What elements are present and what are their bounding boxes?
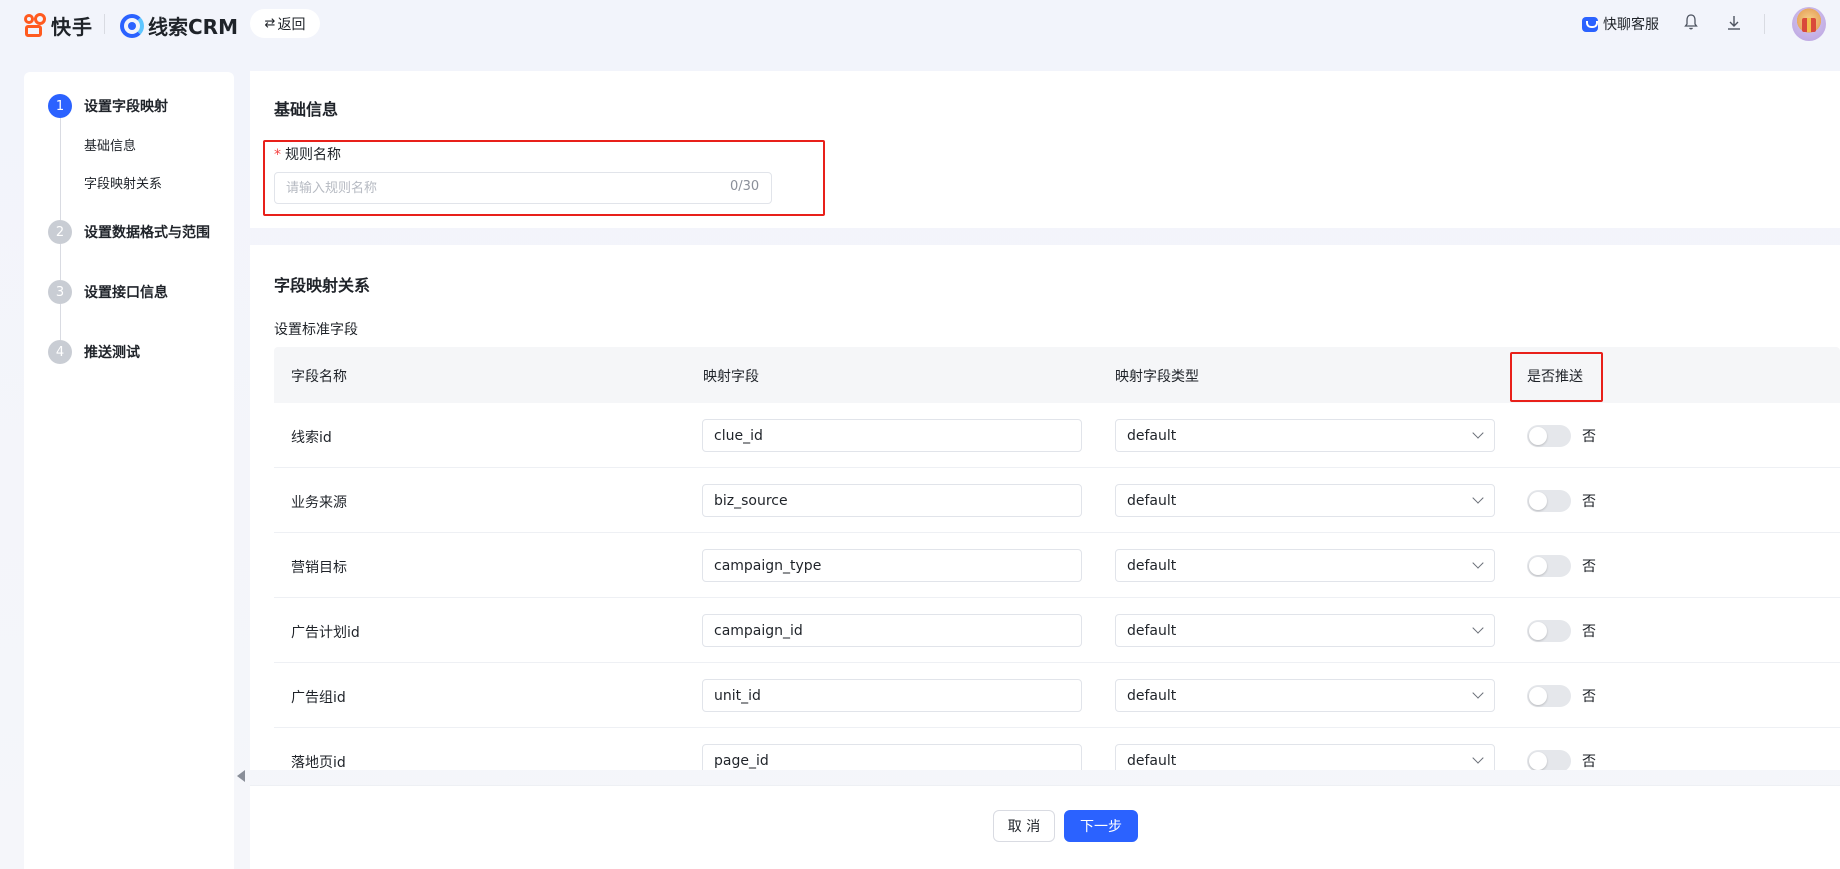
header-divider: [104, 14, 105, 34]
mapped-field-input[interactable]: [702, 679, 1082, 712]
step-3[interactable]: 3 设置接口信息: [48, 280, 168, 304]
mapped-field-input[interactable]: [702, 419, 1082, 452]
field-type-select[interactable]: default: [1115, 679, 1495, 712]
user-avatar[interactable]: [1792, 7, 1826, 41]
step-4-label: 推送测试: [84, 345, 140, 361]
field-name: 营销目标: [291, 560, 347, 576]
column-mapped-field: 映射字段: [703, 369, 759, 385]
header-divider-right: [1764, 14, 1765, 34]
step-3-number: 3: [48, 280, 72, 304]
swap-arrows-icon: ⇄: [264, 16, 276, 31]
chat-service-icon: [1582, 16, 1598, 32]
step-connector: [60, 304, 61, 340]
step-2-label: 设置数据格式与范围: [84, 225, 210, 241]
top-header: 快手 线索CRM ⇄ 返回 快聊客服: [0, 0, 1840, 48]
push-toggle[interactable]: [1527, 555, 1571, 577]
basic-info-card: 基础信息 *规则名称 0/30: [250, 71, 1840, 228]
mapped-field-input[interactable]: [702, 549, 1082, 582]
substep-field-mapping[interactable]: 字段映射关系: [84, 173, 162, 192]
kuaishou-logo-icon: [22, 13, 47, 38]
table-row: 广告组id default 否: [274, 663, 1840, 728]
mapped-field-input[interactable]: [702, 484, 1082, 517]
field-type-select[interactable]: default: [1115, 744, 1495, 770]
push-toggle[interactable]: [1527, 490, 1571, 512]
chevron-down-icon: [1472, 557, 1484, 569]
collapse-sidebar-icon[interactable]: [237, 770, 245, 782]
back-button[interactable]: ⇄ 返回: [250, 9, 320, 38]
footer-bar: 取 消 下一步: [250, 785, 1840, 869]
column-field-name: 字段名称: [291, 369, 347, 385]
table-row: 营销目标 default 否: [274, 533, 1840, 598]
table-row: 落地页id default 否: [274, 728, 1840, 770]
chevron-down-icon: [1472, 622, 1484, 634]
step-4[interactable]: 4 推送测试: [48, 340, 140, 364]
required-asterisk: *: [274, 147, 281, 163]
customer-service-link[interactable]: 快聊客服: [1582, 14, 1659, 34]
substep-basic-info[interactable]: 基础信息: [84, 135, 136, 154]
field-mapping-card: 字段映射关系 设置标准字段 字段名称 映射字段 映射字段类型 是否推送 线索id…: [250, 245, 1840, 770]
field-type-select[interactable]: default: [1115, 484, 1495, 517]
column-mapped-type: 映射字段类型: [1115, 369, 1199, 385]
crm-logo[interactable]: 线索CRM: [120, 11, 238, 40]
push-toggle-label: 否: [1582, 429, 1596, 445]
field-name: 业务来源: [291, 495, 347, 511]
table-row: 广告计划id default 否: [274, 598, 1840, 663]
chevron-down-icon: [1472, 687, 1484, 699]
push-toggle[interactable]: [1527, 750, 1571, 770]
back-button-label: 返回: [277, 16, 306, 33]
rule-name-label: * 规则名称: [274, 147, 341, 163]
step-4-number: 4: [48, 340, 72, 364]
chevron-down-icon: [1472, 752, 1484, 764]
step-2-number: 2: [48, 220, 72, 244]
field-type-select[interactable]: default: [1115, 549, 1495, 582]
customer-service-label: 快聊客服: [1603, 17, 1659, 33]
push-toggle-label: 否: [1582, 559, 1596, 575]
rule-name-counter: 0/30: [730, 179, 760, 194]
chevron-down-icon: [1472, 427, 1484, 439]
field-type-select[interactable]: default: [1115, 419, 1495, 452]
step-1-number: 1: [48, 94, 72, 118]
bell-icon[interactable]: [1684, 13, 1698, 31]
push-toggle-label: 否: [1582, 689, 1596, 705]
standard-fields-subtitle: 设置标准字段: [274, 322, 358, 338]
push-toggle[interactable]: [1527, 620, 1571, 642]
kuaishou-logo[interactable]: 快手: [22, 11, 93, 40]
field-name: 落地页id: [291, 755, 346, 770]
step-2[interactable]: 2 设置数据格式与范围: [48, 220, 210, 244]
step-connector: [60, 244, 61, 280]
table-row: 业务来源 default 否: [274, 468, 1840, 533]
brand-name: 快手: [51, 15, 93, 39]
next-step-button[interactable]: 下一步: [1064, 810, 1138, 842]
field-name: 线索id: [291, 430, 332, 446]
push-toggle[interactable]: [1527, 685, 1571, 707]
cancel-button[interactable]: 取 消: [993, 810, 1055, 842]
push-toggle[interactable]: [1527, 425, 1571, 447]
rule-name-input[interactable]: [274, 172, 772, 204]
step-1-label: 设置字段映射: [84, 99, 168, 115]
push-toggle-label: 否: [1582, 624, 1596, 640]
table-row: 线索id default 否: [274, 403, 1840, 468]
field-type-select[interactable]: default: [1115, 614, 1495, 647]
chevron-down-icon: [1472, 492, 1484, 504]
mapping-table: 字段名称 映射字段 映射字段类型 是否推送 线索id default 否 业务来…: [274, 347, 1840, 770]
field-name: 广告计划id: [291, 625, 360, 641]
mapped-field-input[interactable]: [702, 614, 1082, 647]
table-header: 字段名称 映射字段 映射字段类型 是否推送: [274, 347, 1840, 403]
product-name: 线索CRM: [148, 15, 238, 39]
column-push: 是否推送: [1527, 369, 1583, 385]
steps-panel: 1 设置字段映射 基础信息 字段映射关系 2 设置数据格式与范围 3 设置接口信…: [24, 72, 234, 869]
download-icon[interactable]: [1726, 13, 1742, 33]
step-connector: [60, 118, 61, 220]
step-3-label: 设置接口信息: [84, 285, 168, 301]
field-name: 广告组id: [291, 690, 346, 706]
push-toggle-label: 否: [1582, 494, 1596, 510]
basic-info-title: 基础信息: [274, 100, 339, 119]
push-toggle-label: 否: [1582, 754, 1596, 770]
mapped-field-input[interactable]: [702, 744, 1082, 770]
field-mapping-title: 字段映射关系: [274, 276, 371, 295]
crm-logo-icon: [120, 13, 144, 38]
step-1[interactable]: 1 设置字段映射: [48, 94, 168, 118]
